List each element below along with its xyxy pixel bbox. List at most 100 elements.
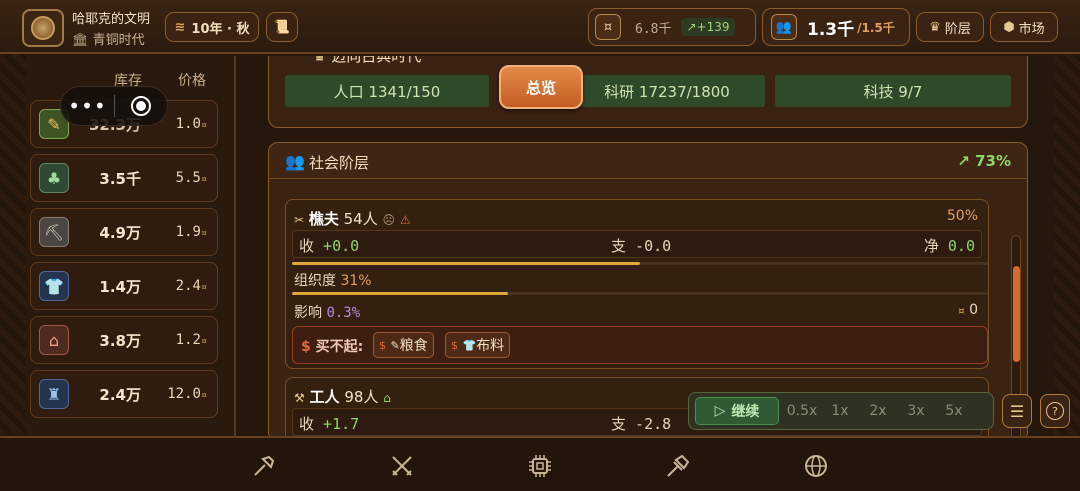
expense-label: 支 bbox=[611, 415, 627, 433]
crossed-swords-icon[interactable] bbox=[388, 452, 416, 480]
coin-icon: ¤ bbox=[200, 390, 207, 401]
coin-icon: ¤ bbox=[200, 228, 207, 239]
top-bar: 哈耶克的文明 🏛 青铜时代 ≋ 10年 · 秋 📜 ¤ 6.8千 ↗+139 👥… bbox=[0, 0, 1080, 54]
expense: 支 -2.8 bbox=[611, 413, 671, 434]
era-title-text: 迈向古典时代 bbox=[331, 56, 422, 65]
log-button[interactable]: 📜 bbox=[266, 12, 298, 42]
date-pill[interactable]: ≋ 10年 · 秋 bbox=[165, 12, 259, 42]
trend-up-icon: ↗ bbox=[686, 20, 697, 34]
silver-amount: 6.8千 bbox=[635, 21, 672, 37]
resource-row-tools[interactable]: ♜ 2.4万 12.0¤ bbox=[30, 370, 218, 418]
anvil-icon: ♜ bbox=[39, 379, 69, 409]
goods-chip-cloth[interactable]: $ 👕 布料 bbox=[445, 332, 511, 358]
wheat-icon: ✎ bbox=[390, 338, 400, 352]
speed-2x[interactable]: 2x bbox=[859, 403, 897, 419]
coin-icon: ¤ bbox=[200, 336, 207, 347]
income-value: +1.7 bbox=[323, 415, 360, 433]
speed-3x[interactable]: 3x bbox=[897, 403, 935, 419]
speed-1x[interactable]: 1x bbox=[821, 403, 859, 419]
strata-name: ✂ 樵夫 54人 ☹ ⚠ bbox=[294, 208, 411, 229]
resource-stock: 1.4万 bbox=[99, 277, 141, 296]
house-icon: ⌂ bbox=[39, 325, 69, 355]
population-cap: /1.5千 bbox=[857, 20, 895, 35]
house-icon: ⌂ bbox=[383, 391, 391, 405]
speed-controls: ▷ 继续 0.5x 1x 2x 3x 5x bbox=[688, 392, 994, 430]
globe-icon[interactable] bbox=[802, 452, 830, 480]
strata-count: 54人 bbox=[343, 210, 378, 228]
resource-row-stone[interactable]: ⛏ 4.9万 1.9¤ bbox=[30, 208, 218, 256]
help-icon: ? bbox=[1046, 402, 1064, 420]
resource-price: 12.0¤ bbox=[167, 386, 207, 402]
income: 收 +0.0 bbox=[299, 235, 359, 256]
game-screen: 哈耶克的文明 🏛 青铜时代 ≋ 10年 · 秋 📜 ¤ 6.8千 ↗+139 👥… bbox=[0, 0, 1080, 491]
strata-button[interactable]: ♛ 阶层 bbox=[916, 12, 984, 42]
expense: 支 -0.0 bbox=[611, 235, 671, 256]
resource-price: 1.0¤ bbox=[176, 116, 207, 132]
resource-row-housing[interactable]: ⌂ 3.8万 1.2¤ bbox=[30, 316, 218, 364]
expense-value: -0.0 bbox=[635, 237, 672, 255]
coin-icon: ¤ bbox=[200, 282, 207, 293]
tech-stat: 科技 9/7 bbox=[775, 75, 1011, 107]
silver-pill[interactable]: ¤ 6.8千 ↗+139 bbox=[588, 8, 756, 46]
goods-chip-food[interactable]: $ ✎ 粮食 bbox=[373, 332, 434, 358]
hammer-icon[interactable] bbox=[250, 452, 278, 480]
strata-header: 👥 社会阶层 ↗ 73% bbox=[269, 143, 1027, 179]
org-bar-fill bbox=[292, 292, 508, 295]
civ-age-label: 青铜时代 bbox=[92, 33, 145, 48]
goods-chip-label: 粮食 bbox=[399, 338, 428, 354]
income-label: 收 bbox=[299, 237, 315, 255]
speed-5x[interactable]: 5x bbox=[935, 403, 973, 419]
chip-icon[interactable] bbox=[526, 452, 554, 480]
main-area: ♛ 迈向古典时代 人口 1341/150 科研 17237/1800 科技 9/… bbox=[240, 56, 1060, 436]
speed-0.5x[interactable]: 0.5x bbox=[783, 403, 821, 419]
strata-name-text: 樵夫 bbox=[308, 210, 339, 228]
market-button[interactable]: ⬢ 市场 bbox=[990, 12, 1058, 42]
people-icon: 👥 bbox=[285, 152, 305, 171]
income-value: +0.0 bbox=[323, 237, 360, 255]
box-icon: ⬢ bbox=[1003, 19, 1015, 35]
civ-age: 🏛 青铜时代 bbox=[72, 29, 145, 48]
crown-icon: ♛ bbox=[313, 56, 327, 65]
crown-icon: ♛ bbox=[929, 19, 941, 35]
civ-emblem-icon[interactable] bbox=[22, 9, 64, 47]
population-value: 1.3千 bbox=[807, 19, 855, 40]
strata-title: 社会阶层 bbox=[309, 154, 370, 172]
influence-label: 影响 bbox=[294, 305, 322, 321]
net-value: 0.0 bbox=[947, 237, 975, 255]
temple-icon: 🏛 bbox=[72, 33, 89, 48]
expense-value: -2.8 bbox=[635, 415, 672, 433]
record-icon[interactable] bbox=[115, 96, 167, 116]
resource-price-value: 1.9 bbox=[175, 224, 201, 240]
hammer-icon: ⚒ bbox=[294, 391, 305, 405]
resource-price: 1.9¤ bbox=[176, 224, 207, 240]
population-stat: 人口 1341/150 bbox=[285, 75, 489, 107]
income-bar-fill bbox=[292, 262, 640, 265]
continue-button[interactable]: ▷ 继续 bbox=[695, 397, 779, 425]
org-label-row: 组织度 31% bbox=[294, 270, 372, 290]
scroll-icon: 📜 bbox=[273, 19, 291, 35]
population-pill[interactable]: 👥 1.3千 /1.5千 bbox=[762, 8, 910, 46]
org-value: 31% bbox=[340, 273, 372, 289]
resource-row-cloth[interactable]: 👕 1.4万 2.4¤ bbox=[30, 262, 218, 310]
resource-price-value: 1.0 bbox=[175, 116, 201, 132]
strata-name-text: 工人 bbox=[309, 388, 340, 406]
resource-price-value: 5.5 bbox=[175, 170, 201, 186]
overview-button[interactable]: 总览 bbox=[499, 65, 583, 109]
strata-card-woodcutter[interactable]: ✂ 樵夫 54人 ☹ ⚠ 50% 收 +0.0 支 -0.0 净 0.0 组织度… bbox=[285, 199, 989, 369]
resource-price-value: 2.4 bbox=[175, 278, 201, 294]
approval-value: 73% bbox=[975, 152, 1011, 170]
scrollbar-thumb[interactable] bbox=[1013, 266, 1020, 362]
coin-icon: ¤ bbox=[958, 306, 965, 317]
help-button[interactable]: ? bbox=[1040, 394, 1070, 428]
strata-count: 98人 bbox=[344, 388, 379, 406]
warning-icon: ⚠ bbox=[399, 213, 411, 227]
gavel-icon[interactable] bbox=[664, 452, 692, 480]
research-stat: 科研 17237/1800 bbox=[569, 75, 765, 107]
net-label: 净 bbox=[923, 237, 939, 255]
market-button-label: 市场 bbox=[1018, 21, 1045, 37]
coin-icon: ¤ bbox=[200, 120, 207, 131]
resource-row-wood[interactable]: ♣ 3.5千 5.5¤ bbox=[30, 154, 218, 202]
bottom-nav bbox=[0, 436, 1080, 491]
menu-button[interactable]: ☰ bbox=[1002, 394, 1032, 428]
more-icon[interactable]: ••• bbox=[61, 96, 114, 116]
